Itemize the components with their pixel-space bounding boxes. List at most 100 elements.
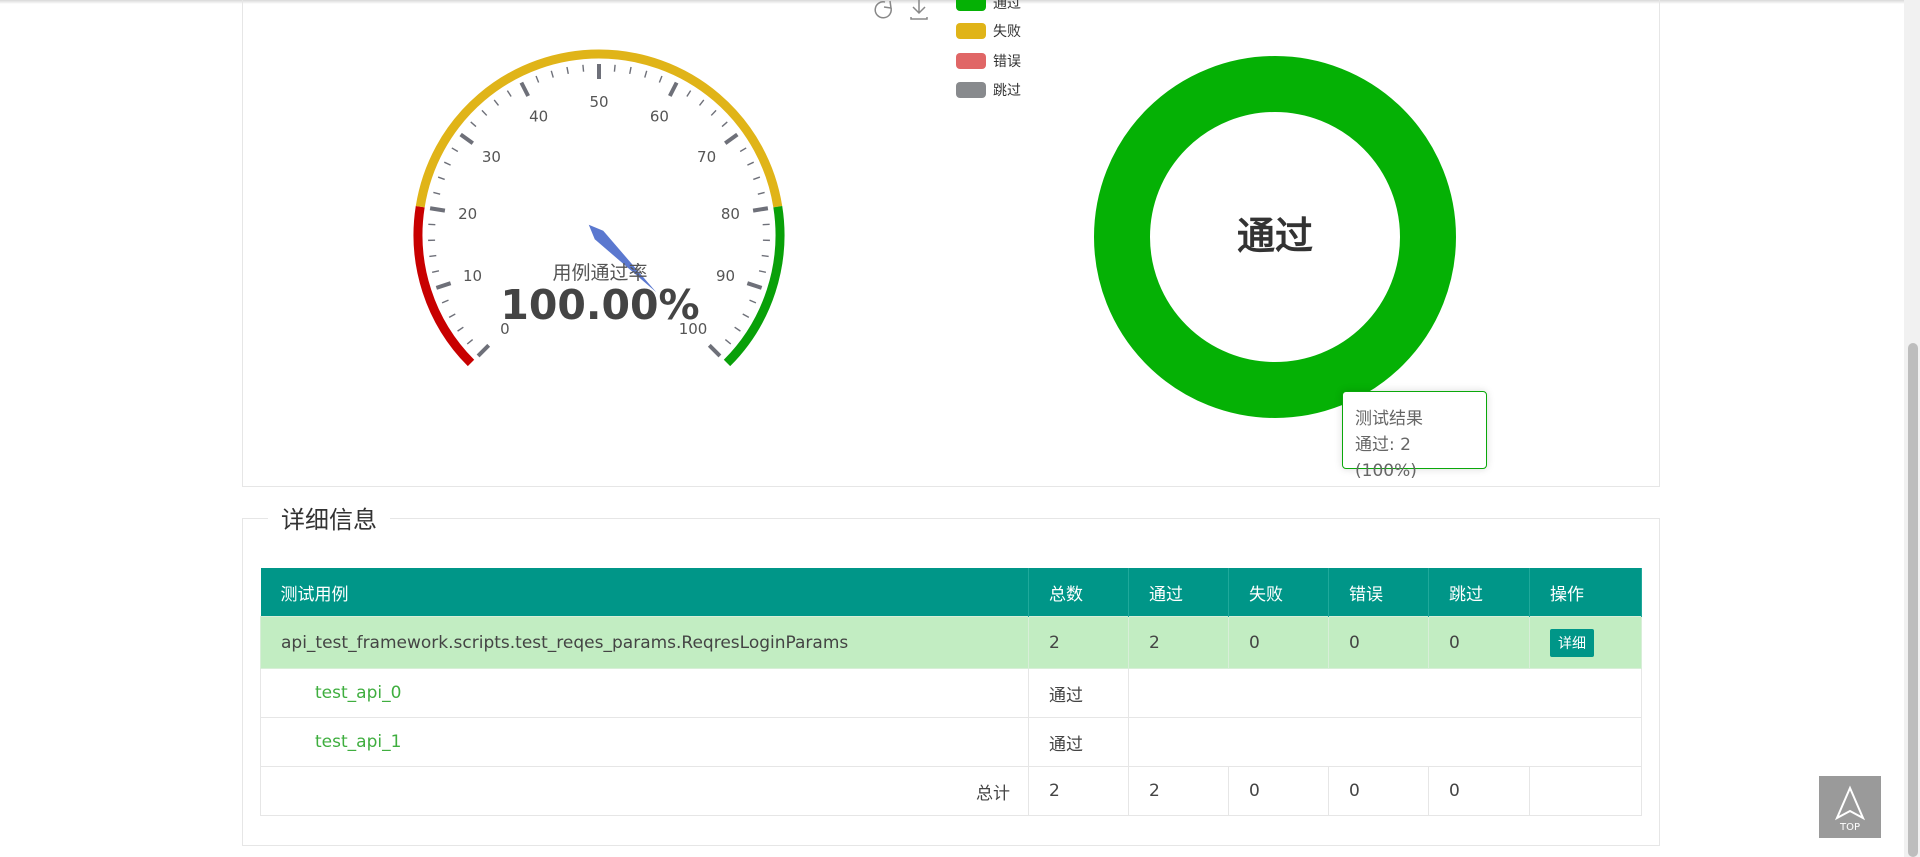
gauge-minor-tick	[451, 147, 459, 153]
col-header-error: 错误	[1328, 568, 1429, 617]
back-to-top-button[interactable]: TOP	[1819, 776, 1881, 838]
case-name[interactable]: test_api_1	[260, 717, 1029, 767]
detail-button[interactable]: 详细	[1550, 628, 1594, 657]
gauge-minor-tick	[429, 254, 437, 258]
gauge-value: 100.00%	[500, 281, 700, 329]
gauge-major-tick	[429, 206, 446, 213]
legend-item-pass[interactable]: 通过	[956, 0, 1021, 12]
case-status: 通过	[1028, 668, 1129, 718]
suite-name: api_test_framework.scripts.test_reqes_pa…	[260, 616, 1029, 669]
legend-item-fail[interactable]: 失败	[956, 22, 1021, 40]
gauge-minor-tick	[441, 299, 449, 304]
gauge-minor-tick	[739, 147, 747, 153]
gauge-major-tick	[724, 132, 739, 145]
gauge-minor-tick	[506, 90, 512, 97]
gauge-chart: 0102030405060708090100	[413, 49, 1456, 418]
totals-empty	[1529, 766, 1642, 816]
col-header-fail: 失败	[1228, 568, 1329, 617]
totals-total: 2	[1028, 766, 1129, 816]
totals-skipped: 0	[1428, 766, 1530, 816]
download-icon[interactable]	[910, 0, 928, 20]
rocket-icon: TOP	[1834, 785, 1866, 833]
donut-center-label: 通过	[1236, 214, 1313, 258]
case-name[interactable]: test_api_0	[260, 668, 1029, 718]
case-empty	[1128, 717, 1642, 767]
gauge-minor-tick	[686, 90, 692, 97]
top-label: TOP	[1839, 822, 1860, 833]
gauge-minor-tick	[466, 338, 474, 345]
gauge-major-tick	[668, 81, 679, 97]
gauge-minor-tick	[753, 176, 761, 181]
totals-passed: 2	[1128, 766, 1229, 816]
detail-table: 测试用例 总数 通过 失败 错误 跳过 操作 api_test_framewor…	[260, 568, 1642, 816]
refresh-icon[interactable]	[874, 0, 892, 19]
gauge-minor-tick	[747, 161, 755, 166]
suite-total: 2	[1028, 616, 1129, 669]
gauge-minor-tick	[443, 161, 451, 166]
gauge-major-tick	[476, 343, 491, 358]
gauge-major-tick	[707, 343, 722, 358]
gauge-minor-tick	[724, 338, 732, 345]
col-header-pass: 通过	[1128, 568, 1229, 617]
detail-title: 详细信息	[268, 500, 390, 535]
gauge-minor-tick	[758, 270, 767, 273]
legend-label: 通过	[993, 0, 1021, 12]
tooltip-title: 测试结果	[1355, 409, 1423, 429]
table-row: test_api_1 通过	[260, 717, 1642, 767]
gauge-tick-label: 80	[721, 205, 740, 223]
gauge-minor-tick	[749, 299, 757, 304]
col-header-total: 总数	[1028, 568, 1129, 617]
gauge-minor-tick	[658, 75, 663, 83]
gauge-tick-label: 20	[458, 205, 477, 223]
gauge-minor-tick	[757, 191, 765, 195]
gauge-minor-tick	[481, 109, 488, 116]
totals-failed: 0	[1228, 766, 1329, 816]
legend-item-error[interactable]: 错误	[956, 52, 1021, 70]
gauge-major-tick	[459, 132, 474, 145]
gauge-minor-tick	[433, 191, 441, 195]
gauge-minor-tick	[721, 121, 728, 128]
legend-item-skip[interactable]: 跳过	[956, 81, 1021, 99]
gauge-tick-label: 70	[697, 148, 716, 166]
gauge-minor-tick	[470, 121, 477, 128]
gauge-minor-tick	[644, 70, 648, 78]
suite-error: 0	[1328, 616, 1429, 669]
scrollbar-track[interactable]	[1904, 0, 1920, 857]
legend-swatch	[956, 53, 986, 69]
table-header-row: 测试用例 总数 通过 失败 错误 跳过 操作	[260, 568, 1642, 617]
suite-passed: 2	[1128, 616, 1229, 669]
gauge-minor-tick	[613, 64, 616, 72]
gauge-major-tick	[752, 206, 769, 213]
col-header-case: 测试用例	[260, 568, 1029, 617]
totals-label: 总计	[260, 766, 1029, 816]
chart-tooltip: 测试结果 通过: 2 (100%)	[1342, 391, 1487, 481]
gauge-tick-label: 50	[589, 93, 608, 111]
suite-row: api_test_framework.scripts.test_reqes_pa…	[260, 616, 1642, 669]
suite-failed: 0	[1228, 616, 1329, 669]
legend-swatch	[956, 23, 986, 39]
scrollbar-thumb[interactable]	[1908, 343, 1918, 857]
gauge-minor-tick	[493, 99, 500, 106]
col-header-action: 操作	[1529, 568, 1642, 617]
case-status: 通过	[1028, 717, 1129, 767]
legend-swatch	[956, 82, 986, 98]
gauge-minor-tick	[535, 75, 540, 83]
table-row: test_api_0 通过	[260, 668, 1642, 718]
legend-swatch	[956, 0, 986, 11]
suite-skipped: 0	[1428, 616, 1530, 669]
gauge-minor-tick	[582, 64, 585, 72]
gauge-minor-tick	[431, 270, 440, 273]
totals-error: 0	[1328, 766, 1429, 816]
totals-row: 总计 2 2 0 0 0	[260, 766, 1642, 816]
gauge-minor-tick	[698, 99, 705, 106]
legend-label: 跳过	[993, 83, 1021, 99]
legend-label: 错误	[993, 54, 1021, 70]
gauge-tick-label: 60	[650, 107, 669, 125]
tooltip-value: 通过: 2 (100%)	[1355, 435, 1417, 481]
gauge-minor-tick	[437, 176, 445, 181]
gauge-major-tick	[435, 281, 452, 290]
gauge-minor-tick	[710, 109, 717, 116]
chart-toolbox	[873, 0, 933, 20]
gauge-tick-label: 40	[529, 107, 548, 125]
gauge-minor-tick	[566, 66, 569, 75]
